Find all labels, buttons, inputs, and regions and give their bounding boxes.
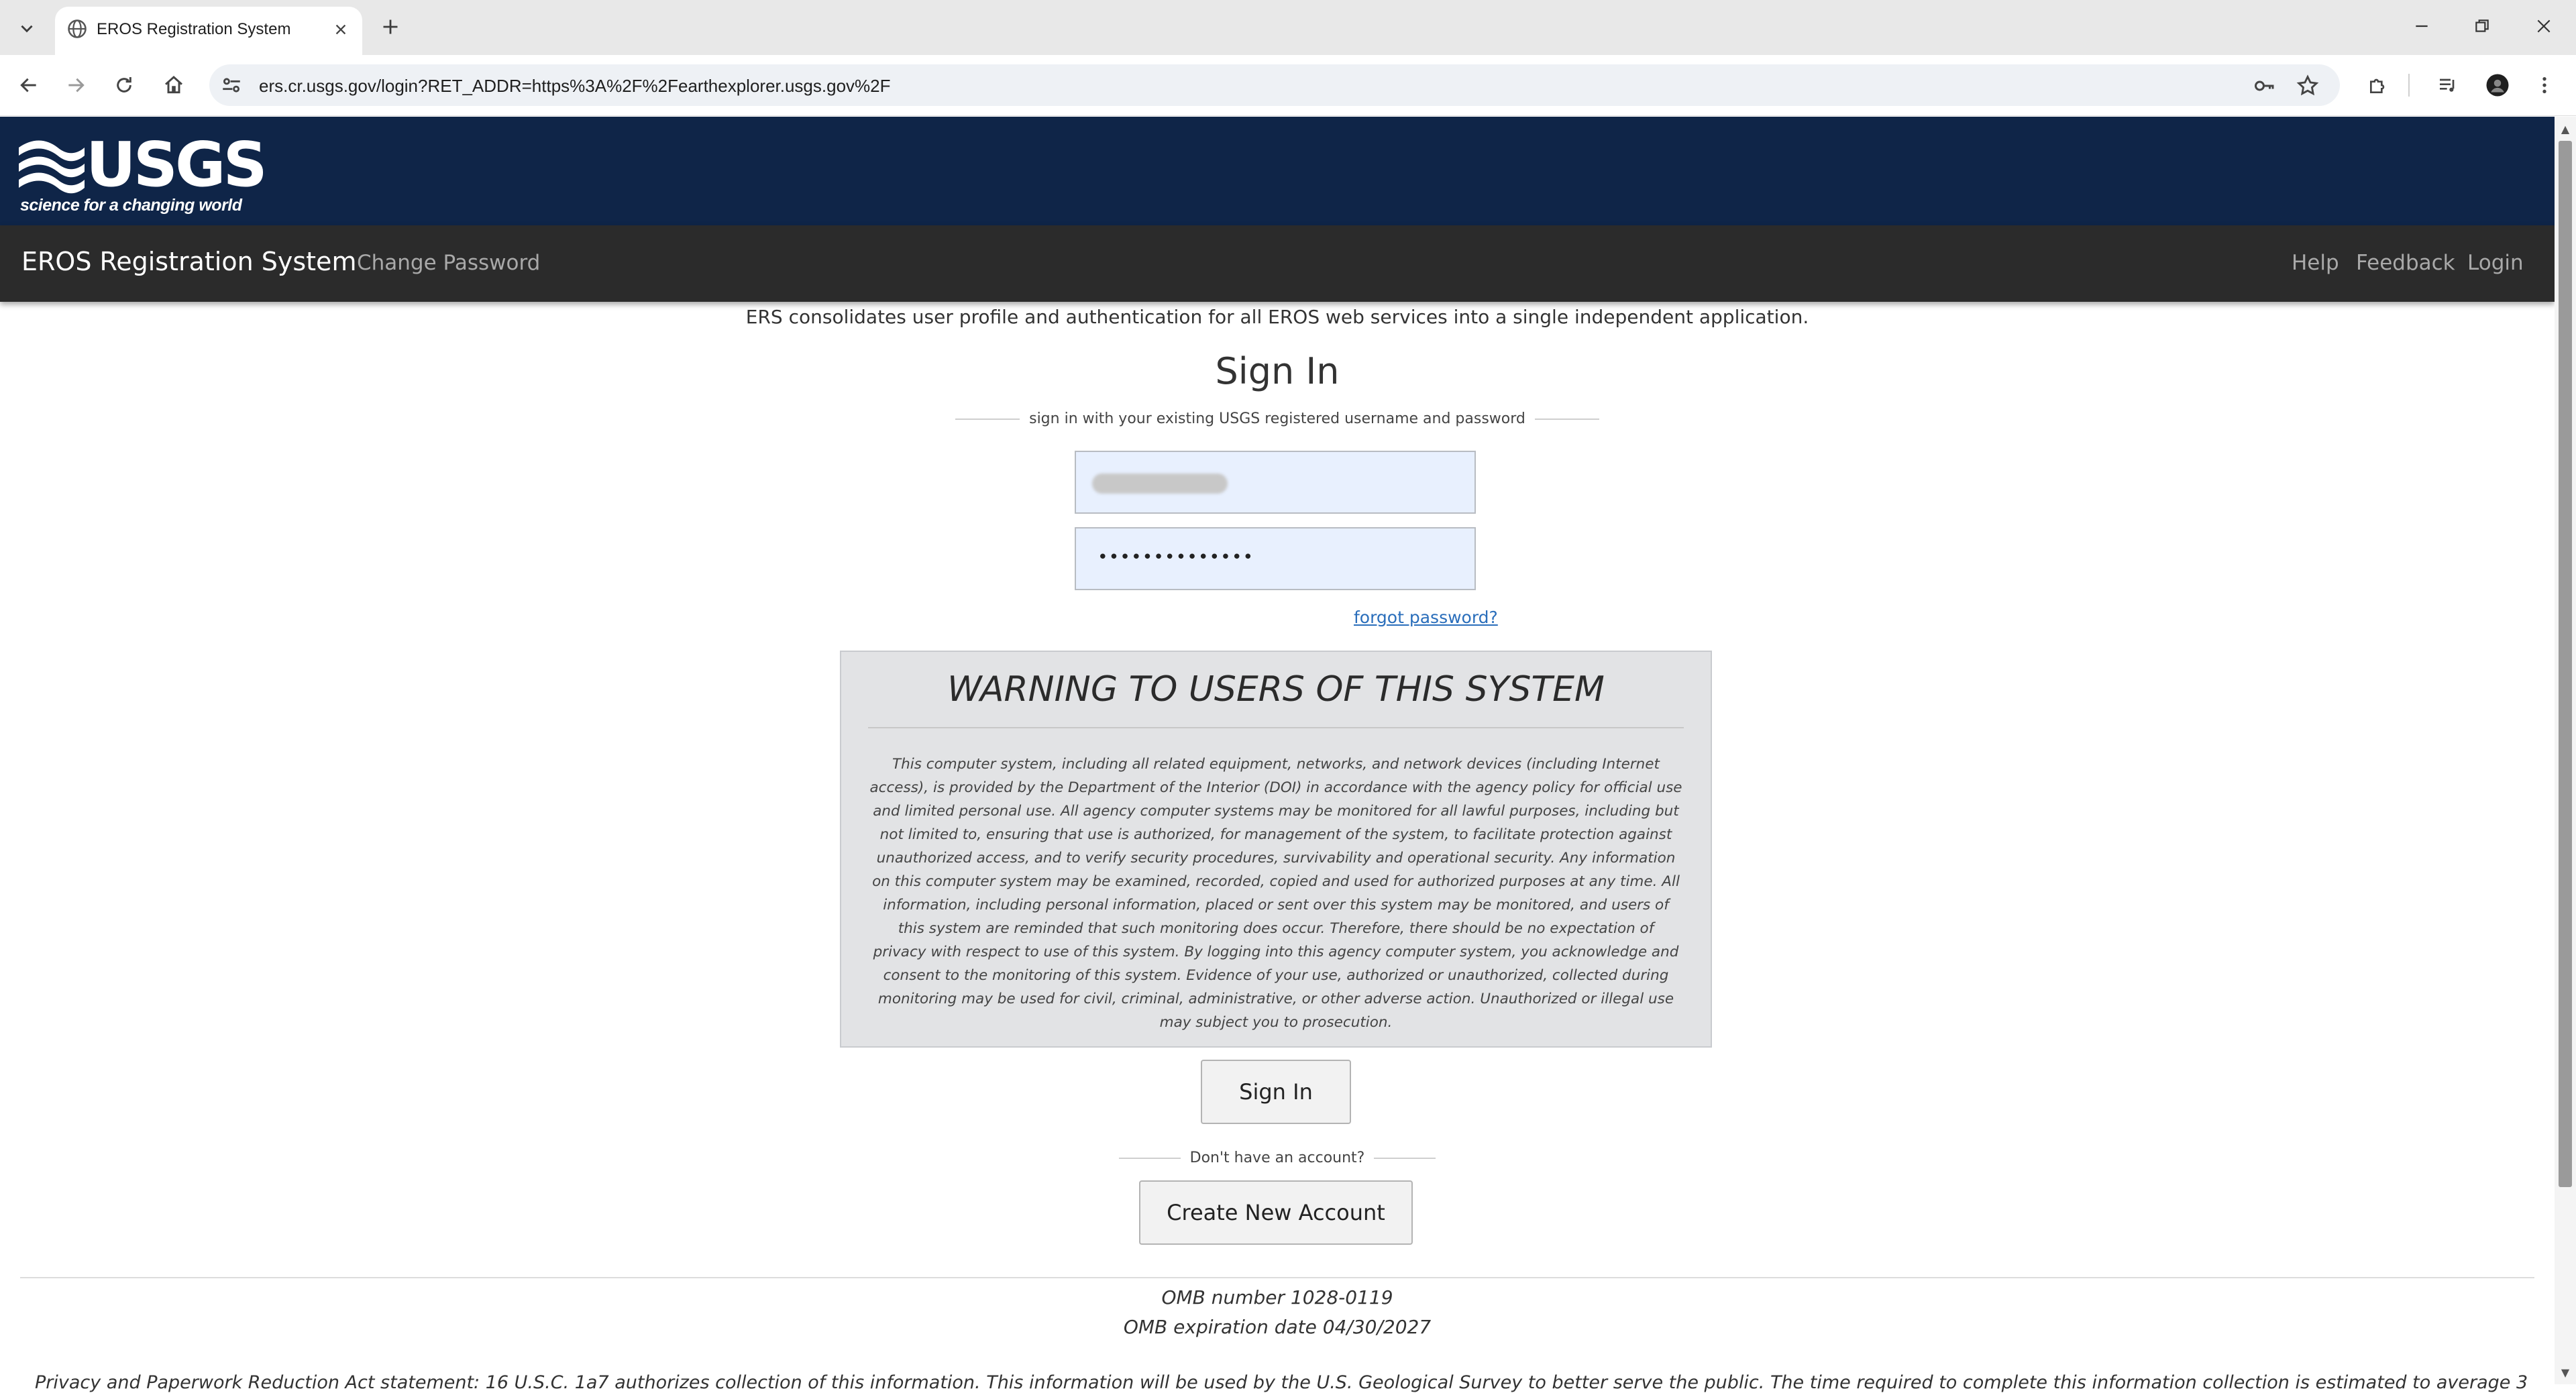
more-vertical-icon [2542, 77, 2546, 93]
footer-divider [20, 1277, 2534, 1278]
reload-icon [117, 77, 131, 93]
puzzle-piece-icon [2370, 78, 2385, 93]
username-input[interactable] [1075, 451, 1476, 514]
warning-text: This computer system, including all rela… [869, 756, 1682, 1031]
browser-tab-bar: EROS Registration System [0, 0, 2576, 55]
reload-button[interactable] [109, 70, 140, 101]
browser-toolbar: ers.cr.usgs.gov/login?RET_ADDR=https%3A%… [0, 55, 2576, 116]
restore-icon [2475, 19, 2489, 32]
tab-search-button[interactable] [12, 15, 42, 42]
back-button[interactable] [13, 70, 44, 101]
minimize-icon [2416, 25, 2428, 27]
usgs-header: USGS science for a changing world [0, 117, 2555, 225]
profile-button[interactable] [2482, 70, 2513, 101]
close-icon [2537, 19, 2551, 33]
media-control-button[interactable] [2432, 70, 2463, 101]
forgot-password-link[interactable]: forgot password? [1354, 608, 1498, 627]
home-icon [165, 76, 182, 94]
divider-line [1374, 1157, 1436, 1159]
close-tab-icon[interactable] [329, 17, 353, 42]
omb-expiration: OMB expiration date 04/30/2027 [1123, 1316, 1432, 1338]
back-arrow-icon [20, 78, 36, 93]
signin-subtitle-divider: sign in with your existing USGS register… [0, 410, 2555, 427]
signin-subtitle: sign in with your existing USGS register… [1029, 410, 1525, 427]
usgs-wordmark: USGS [86, 129, 268, 201]
nav-feedback[interactable]: Feedback [2356, 251, 2455, 275]
sign-in-button[interactable]: Sign In [1201, 1060, 1351, 1124]
scroll-up-icon[interactable]: ▲ [2559, 122, 2572, 135]
scrollbar-thumb[interactable] [2559, 141, 2572, 1187]
nav-login[interactable]: Login [2467, 251, 2524, 275]
usgs-logo[interactable]: USGS science for a changing world [19, 131, 268, 215]
warning-panel: WARNING TO USERS OF THIS SYSTEM This com… [840, 651, 1712, 1048]
password-key-icon[interactable] [2253, 74, 2277, 98]
main-navbar: EROS Registration System Change Password… [0, 225, 2555, 302]
home-button[interactable] [158, 70, 189, 101]
username-value-redacted [1092, 473, 1228, 494]
warning-divider [868, 727, 1684, 728]
site-settings-icon[interactable] [220, 74, 243, 97]
avatar [2486, 74, 2509, 97]
intro-text: ERS consolidates user profile and authen… [745, 306, 1809, 328]
plus-icon [383, 19, 398, 34]
browser-menu-button[interactable] [2529, 70, 2560, 101]
no-account-divider: Don't have an account? [0, 1150, 2555, 1166]
restore-button[interactable] [2455, 9, 2509, 43]
toolbar-divider [2408, 74, 2410, 97]
tab-title: EROS Registration System [97, 20, 291, 38]
extensions-button[interactable] [2363, 70, 2394, 101]
no-account-text: Don't have an account? [1189, 1150, 1365, 1166]
scroll-down-icon[interactable]: ▼ [2559, 1366, 2572, 1379]
close-window-button[interactable] [2517, 9, 2571, 43]
playlist-icon [2440, 78, 2455, 92]
minimize-button[interactable] [2395, 9, 2449, 43]
forward-arrow-icon [68, 78, 85, 93]
new-tab-button[interactable] [377, 13, 404, 40]
page-scrollbar[interactable]: ▲ ▼ [2555, 117, 2576, 1384]
nav-brand[interactable]: EROS Registration System [21, 247, 356, 276]
page-title: Sign In [1215, 350, 1340, 392]
browser-tab-active[interactable]: EROS Registration System [55, 7, 362, 55]
address-bar[interactable]: ers.cr.usgs.gov/login?RET_ADDR=https%3A%… [209, 64, 2340, 106]
forward-button[interactable] [60, 70, 91, 101]
password-input[interactable]: •••••••••••••• [1075, 527, 1476, 590]
usgs-tagline: science for a changing world [20, 196, 242, 215]
bookmark-star-icon[interactable] [2296, 74, 2320, 98]
divider-line [1534, 418, 1599, 420]
globe-icon [68, 19, 87, 38]
warning-title: WARNING TO USERS OF THIS SYSTEM [947, 669, 1605, 710]
usgs-wave-icon [19, 140, 85, 194]
divider-line [955, 418, 1020, 420]
create-account-button[interactable]: Create New Account [1139, 1180, 1413, 1245]
nav-change-password[interactable]: Change Password [357, 251, 540, 275]
omb-number: OMB number 1028-0119 [1161, 1286, 1393, 1308]
privacy-statement: Privacy and Paperwork Reduction Act stat… [35, 1372, 2530, 1393]
url-text[interactable]: ers.cr.usgs.gov/login?RET_ADDR=https%3A%… [259, 76, 891, 97]
password-value: •••••••••••••• [1097, 547, 1254, 567]
divider-line [1118, 1157, 1181, 1159]
nav-help[interactable]: Help [2292, 251, 2339, 275]
chevron-down-icon [21, 25, 33, 33]
